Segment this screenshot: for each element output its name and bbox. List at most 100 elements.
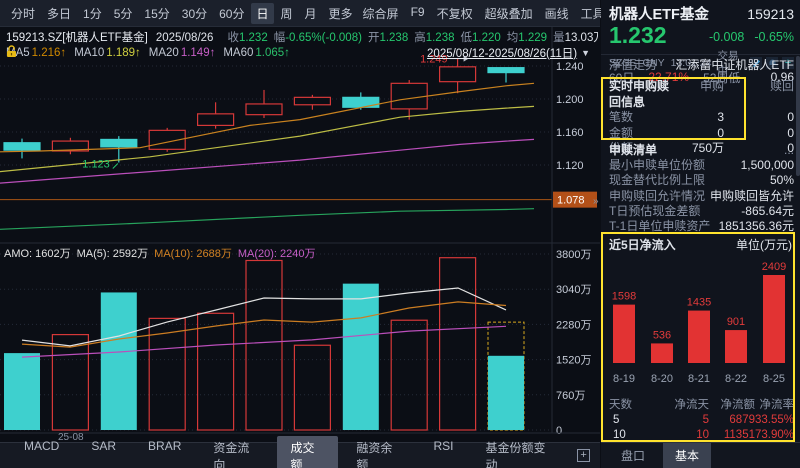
ma-values: MA51.216↑MA101.189↑MA201.149↑MA601.065↑ bbox=[6, 47, 290, 59]
svg-text:1.240: 1.240 bbox=[556, 61, 584, 73]
col-sell-header: 赎回 bbox=[724, 79, 794, 110]
fund-name: 机器人ETF基金 bbox=[609, 3, 709, 24]
col-buy-header: 申购 bbox=[670, 79, 724, 110]
field-value: 1.232 bbox=[239, 32, 268, 44]
toolbar-item-30分[interactable]: 30分 bbox=[177, 3, 212, 24]
panel-scrollbar[interactable] bbox=[796, 56, 800, 176]
chevron-down-icon: ▼ bbox=[581, 48, 590, 58]
volume-indicator-bar: AMO: 1602万MA(5): 2592万MA(10): 2688万MA(20… bbox=[4, 245, 321, 261]
more-ellipsis[interactable]: ... bbox=[784, 143, 794, 158]
field-label: 幅 bbox=[274, 32, 286, 44]
indicator-tab-资金流向[interactable]: 资金流向 bbox=[199, 436, 272, 468]
toolbar-item-月[interactable]: 月 bbox=[300, 3, 322, 24]
toolbar-action-超级叠加[interactable]: 超级叠加 bbox=[480, 3, 538, 24]
toolbar-action-不复权[interactable]: 不复权 bbox=[432, 3, 478, 24]
indicator-tab-基金份额变动[interactable]: 基金份额变动 bbox=[472, 436, 568, 468]
subscription-list-title: 申赎清单 bbox=[609, 143, 657, 158]
svg-text:8-19: 8-19 bbox=[613, 373, 635, 385]
amo-item: MA(5): 2592万 bbox=[77, 248, 149, 260]
toolbar-action-画线[interactable]: 画线 bbox=[540, 3, 574, 24]
subscription-row-label: T-1日单位申赎资产 bbox=[609, 219, 710, 234]
trading-app-window: 分时多日1分5分15分30分60分日周月更多 综合屏F9不复权超级叠加画线工具 … bbox=[0, 0, 800, 468]
ma-label: MA60 bbox=[223, 47, 253, 59]
period-toolbar: 分时多日1分5分15分30分60分日周月更多 综合屏F9不复权超级叠加画线工具 … bbox=[0, 0, 600, 27]
subscription-list-section: 申赎清单 ... 最小申赎单位份额1,500,000现金替代比例上限50%申购赎… bbox=[601, 143, 800, 234]
toolbar-item-60分[interactable]: 60分 bbox=[214, 3, 249, 24]
period-tabs: 分时多日1分5分15分30分60分日周月更多 bbox=[6, 3, 358, 24]
svg-text:1598: 1598 bbox=[612, 291, 636, 303]
field-label: 开 bbox=[368, 32, 380, 44]
panel-tab-基本[interactable]: 基本 bbox=[663, 443, 711, 468]
date-range-selector[interactable]: 2025/08/12-2025/08/26(11日) ▼ bbox=[427, 45, 596, 61]
toolbar-item-分时[interactable]: 分时 bbox=[6, 3, 40, 24]
field-label: 高 bbox=[414, 32, 426, 44]
chart-region: 分时多日1分5分15分30分60分日周月更多 综合屏F9不复权超级叠加画线工具 … bbox=[0, 0, 600, 468]
indicator-tab-RSI[interactable]: RSI bbox=[420, 436, 468, 468]
quote-date: 2025/08/26 bbox=[156, 32, 214, 44]
field-value: 1.238 bbox=[379, 32, 408, 44]
indicator-tabs: MACDSARBRAR资金流向成交额融资余额RSI基金份额变动 bbox=[10, 436, 567, 468]
field-label: 量 bbox=[553, 32, 565, 44]
subscription-row-value: 50% bbox=[770, 173, 794, 188]
change-percent: -0.65% bbox=[754, 30, 794, 44]
inflow-col-header: 净流额 bbox=[709, 398, 755, 413]
indicator-tab-成交额[interactable]: 成交额 bbox=[277, 436, 339, 468]
svg-text:3800万: 3800万 bbox=[556, 249, 591, 261]
amo-item: MA(20): 2240万 bbox=[238, 248, 316, 260]
inflow-cell: 10 bbox=[609, 428, 653, 443]
toolbar-item-1分[interactable]: 1分 bbox=[78, 3, 107, 24]
svg-text:8-20: 8-20 bbox=[651, 373, 673, 385]
subscription-list-header[interactable]: 申赎清单 ... bbox=[609, 143, 794, 158]
rt-row-label: 金额 bbox=[609, 126, 670, 142]
subscription-row-value: -865.64元 bbox=[741, 204, 794, 219]
indicator-tab-MACD[interactable]: MACD bbox=[10, 436, 73, 468]
kline-chart-area[interactable]: 1.2401.2001.1601.1203800万3040万2280万1520万… bbox=[0, 27, 600, 442]
inflow-cell: 5 bbox=[609, 413, 653, 428]
inflow-col-header: 天数 bbox=[609, 398, 653, 413]
svg-text:8-21: 8-21 bbox=[688, 373, 710, 385]
panel-collapse-handle[interactable]: » bbox=[593, 196, 599, 207]
toolbar-action-综合屏[interactable]: 综合屏 bbox=[358, 3, 404, 24]
svg-text:1.123: 1.123 bbox=[82, 159, 110, 171]
inflow-stats-table: 天数净流天净流额净流率55687933.55%10101135173.90% bbox=[601, 398, 800, 443]
subscription-row-label: 最小申赎单位份额 bbox=[609, 158, 705, 173]
indicator-tab-融资余额[interactable]: 融资余额 bbox=[342, 436, 415, 468]
field-value: -0.65%(-0.008) bbox=[285, 32, 362, 44]
inflow-cell: 11351 bbox=[709, 428, 755, 443]
indicator-tab-BRAR[interactable]: BRAR bbox=[134, 436, 195, 468]
toolbar-action-F9[interactable]: F9 bbox=[406, 3, 430, 24]
subscription-row: T-1日单位申赎资产1851356.36元 bbox=[609, 219, 794, 234]
price-change: -0.008 -0.65% bbox=[709, 30, 794, 46]
field-value: 1.220 bbox=[472, 32, 501, 44]
inflow-cell: 5 bbox=[653, 413, 709, 428]
indicator-tab-SAR[interactable]: SAR bbox=[77, 436, 130, 468]
subscription-list-rows: 最小申赎单位份额1,500,000现金替代比例上限50%申购赎回允许情况申购赎回… bbox=[609, 158, 794, 234]
add-indicator-icon[interactable]: + bbox=[577, 449, 590, 462]
kline-volume-canvas[interactable]: 1.2401.2001.1601.1203800万3040万2280万1520万… bbox=[0, 27, 600, 442]
subscription-row-label: T日预估现金差额 bbox=[609, 204, 700, 219]
field-value: 13.03万 bbox=[565, 32, 598, 44]
toolbar-item-5分[interactable]: 5分 bbox=[109, 3, 138, 24]
toolbar-item-周[interactable]: 周 bbox=[276, 3, 298, 24]
subscription-row: 最小申赎单位份额1,500,000 bbox=[609, 158, 794, 173]
svg-text:8-22: 8-22 bbox=[725, 373, 747, 385]
toolbar-item-多日[interactable]: 多日 bbox=[42, 3, 76, 24]
toolbar-item-15分[interactable]: 15分 bbox=[139, 3, 174, 24]
inflow-cell: 10 bbox=[653, 428, 709, 443]
subscription-row: 申购赎回允许情况申购赎回皆允许 bbox=[609, 189, 794, 204]
subscription-row-label: 申购赎回允许情况 bbox=[609, 189, 705, 204]
toolbar-item-更多[interactable]: 更多 bbox=[324, 3, 358, 24]
svg-text:760万: 760万 bbox=[556, 390, 585, 402]
field-value: 1.229 bbox=[518, 32, 547, 44]
panel-tab-盘口[interactable]: 盘口 bbox=[609, 443, 657, 468]
quote-info-bar: 159213.SZ[机器人ETF基金]2025/08/26收1.232幅-0.6… bbox=[6, 29, 598, 44]
ma-label: MA20 bbox=[149, 47, 179, 59]
ma-indicator-bar: MA51.216↑MA101.189↑MA201.149↑MA601.065↑ … bbox=[6, 45, 596, 60]
quote-fields: 收1.232幅-0.65%(-0.008)开1.238高1.238低1.220均… bbox=[221, 32, 598, 44]
svg-text:1520万: 1520万 bbox=[556, 355, 591, 367]
svg-text:2280万: 2280万 bbox=[556, 319, 591, 331]
realtime-title: 实时申购赎回信息 bbox=[609, 79, 670, 110]
subscription-row: T日预估现金差额 -865.64元 bbox=[609, 204, 794, 219]
subscription-row: 现金替代比例上限50% bbox=[609, 173, 794, 188]
toolbar-item-日[interactable]: 日 bbox=[251, 3, 273, 24]
